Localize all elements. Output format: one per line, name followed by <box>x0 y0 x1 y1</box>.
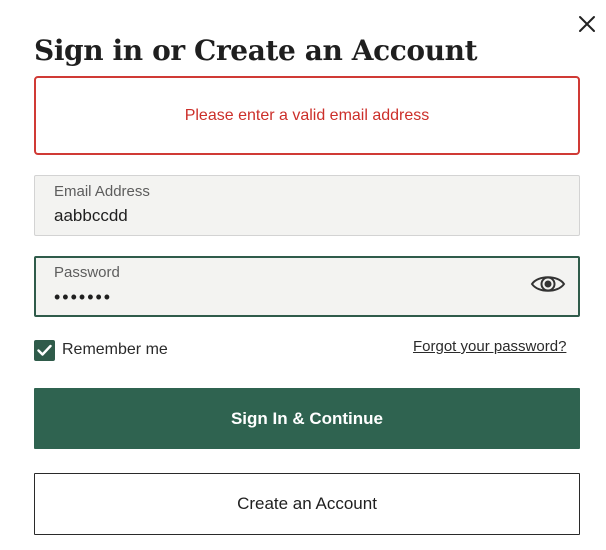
forgot-password-link[interactable]: Forgot your password? <box>413 338 566 355</box>
email-input[interactable]: aabbccdd <box>54 206 128 226</box>
dialog-title: Sign in or Create an Account <box>34 34 478 67</box>
eye-icon <box>530 272 566 301</box>
email-field[interactable]: Email Address aabbccdd <box>34 175 580 236</box>
error-message: Please enter a valid email address <box>184 106 430 124</box>
password-label: Password <box>54 264 120 281</box>
create-account-button[interactable]: Create an Account <box>34 473 580 535</box>
close-icon <box>578 15 596 36</box>
remember-me-checkbox[interactable] <box>34 339 55 361</box>
error-alert: Please enter a valid email address <box>34 76 580 155</box>
remember-me-label: Remember me <box>62 341 168 358</box>
password-field[interactable]: Password ••••••• <box>34 256 580 317</box>
close-button[interactable] <box>574 12 600 38</box>
password-input[interactable]: ••••••• <box>54 287 112 308</box>
sign-in-button[interactable]: Sign In & Continue <box>34 388 580 449</box>
sign-in-dialog: Sign in or Create an Account Please ente… <box>0 0 606 550</box>
email-label: Email Address <box>54 183 150 200</box>
remember-me[interactable]: Remember me <box>34 339 168 361</box>
checkmark-icon <box>37 344 52 356</box>
show-password-toggle[interactable] <box>530 272 566 300</box>
